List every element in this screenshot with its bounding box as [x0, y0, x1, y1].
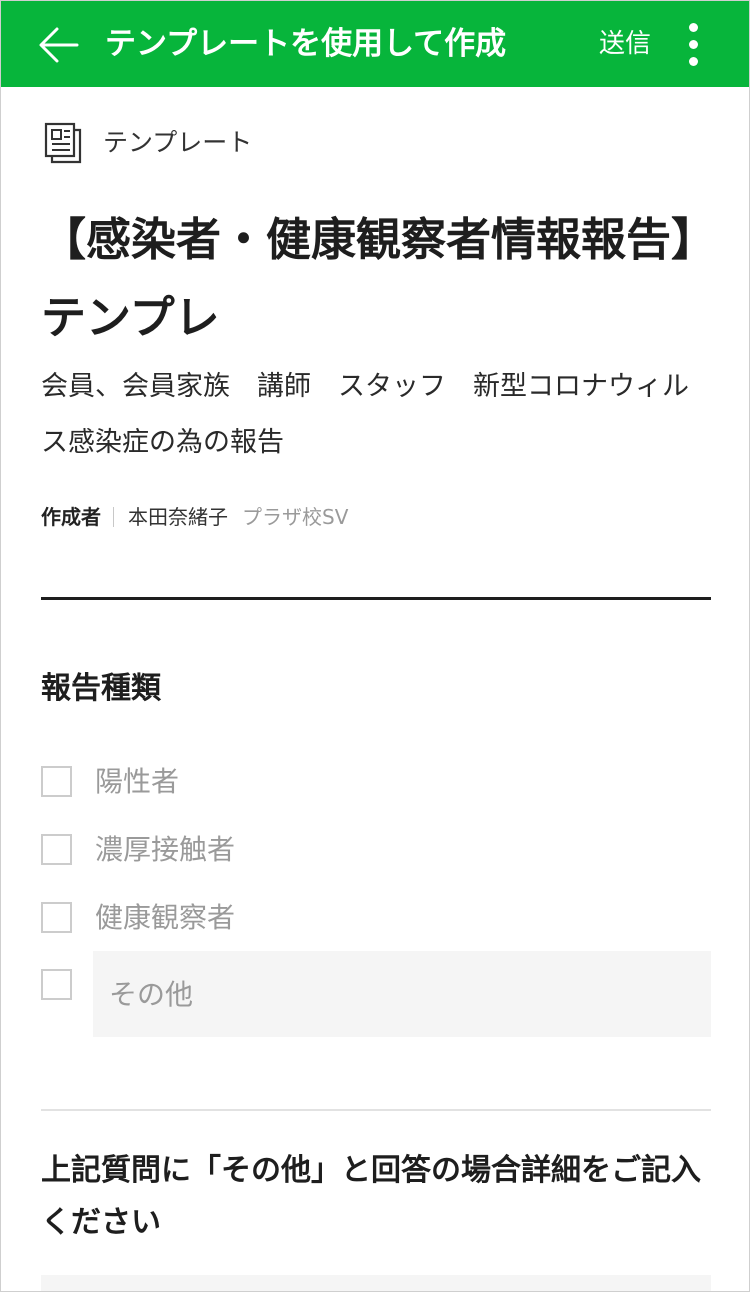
template-description: 会員、会員家族 講師 スタッフ 新型コロナウィルス感染症の為の報告 — [41, 371, 689, 458]
more-options-button[interactable] — [679, 21, 709, 69]
checkbox[interactable] — [41, 902, 72, 933]
option-label: 陽性者 — [95, 765, 180, 798]
option-label: 濃厚接触者 — [95, 833, 236, 866]
question-title-report-type: 報告種類 — [41, 671, 161, 706]
author-row: 作成者 本田奈緒子 プラザ校SV — [41, 501, 348, 533]
author-separator — [113, 507, 114, 527]
template-label: テンプレート — [103, 128, 253, 157]
other-text-input[interactable] — [93, 951, 711, 1037]
checkbox[interactable] — [41, 766, 72, 797]
document-stack-icon — [44, 122, 84, 164]
question-title-other-details: 上記質問に「その他」と回答の場合詳細をご記入ください — [41, 1153, 701, 1240]
header-title: テンプレートを使用して作成 — [105, 26, 507, 62]
screen: テンプレートを使用して作成 送信 テンプレート 【感染者・健康観察者情報報告】テ… — [0, 0, 750, 1292]
template-title: 【感染者・健康観察者情報報告】テンプレ — [41, 213, 694, 344]
arrow-left-icon — [39, 27, 79, 63]
back-button[interactable] — [37, 23, 81, 67]
details-answer-field[interactable] — [41, 1275, 711, 1291]
send-button[interactable]: 送信 — [599, 19, 651, 69]
section-divider — [41, 1109, 711, 1111]
other-checkbox[interactable] — [41, 969, 72, 1000]
option-label: 健康観察者 — [95, 901, 236, 934]
checkbox[interactable] — [41, 834, 72, 865]
app-header: テンプレートを使用して作成 送信 — [1, 1, 749, 87]
author-name: 本田奈緒子 — [128, 505, 228, 529]
author-organization: プラザ校SV — [242, 505, 349, 529]
author-label: 作成者 — [41, 505, 101, 529]
header-divider — [41, 597, 711, 600]
